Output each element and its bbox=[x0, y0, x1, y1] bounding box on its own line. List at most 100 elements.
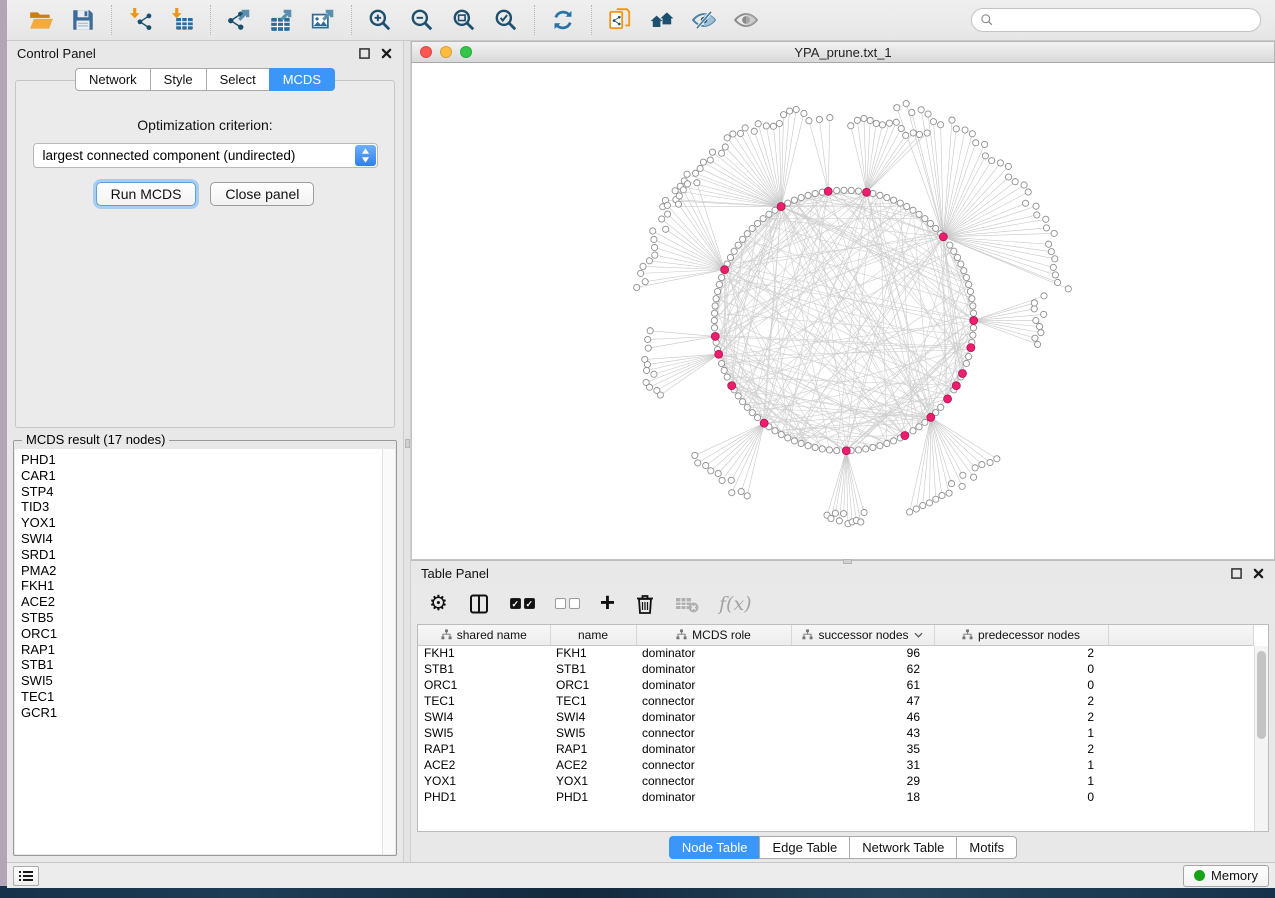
network-node[interactable] bbox=[744, 231, 750, 237]
network-node[interactable] bbox=[755, 121, 761, 127]
mcds-result-item[interactable]: PHD1 bbox=[21, 452, 395, 468]
network-node[interactable] bbox=[1025, 189, 1031, 195]
network-node[interactable] bbox=[938, 404, 944, 410]
network-node[interactable] bbox=[644, 361, 650, 367]
import-table-icon[interactable] bbox=[168, 6, 196, 34]
network-node[interactable] bbox=[1005, 163, 1011, 169]
network-node[interactable] bbox=[727, 254, 733, 260]
network-canvas[interactable] bbox=[411, 63, 1275, 560]
zoom-in-icon[interactable] bbox=[366, 6, 394, 34]
mcds-result-item[interactable]: RAP1 bbox=[21, 642, 395, 658]
network-node[interactable] bbox=[643, 367, 649, 373]
network-node[interactable] bbox=[1034, 212, 1040, 218]
network-node[interactable] bbox=[647, 328, 653, 334]
mcds-node[interactable] bbox=[970, 317, 978, 325]
network-node[interactable] bbox=[947, 242, 953, 248]
network-node[interactable] bbox=[924, 130, 930, 136]
network-node[interactable] bbox=[672, 188, 678, 194]
network-node[interactable] bbox=[659, 216, 665, 222]
network-node[interactable] bbox=[731, 248, 737, 254]
table-row[interactable]: TEC1TEC1connector472 bbox=[418, 693, 1254, 709]
float-table-panel-icon[interactable] bbox=[1230, 567, 1243, 580]
table-row[interactable]: ACE2ACE2connector311 bbox=[418, 757, 1254, 773]
network-node[interactable] bbox=[970, 303, 976, 309]
refresh-icon[interactable] bbox=[549, 6, 577, 34]
network-node[interactable] bbox=[841, 511, 847, 517]
network-node[interactable] bbox=[858, 519, 864, 525]
network-node[interactable] bbox=[1033, 203, 1039, 209]
network-node[interactable] bbox=[742, 125, 748, 131]
document-share-icon[interactable] bbox=[606, 6, 634, 34]
network-node[interactable] bbox=[730, 131, 736, 137]
network-node[interactable] bbox=[711, 310, 717, 316]
network-node[interactable] bbox=[938, 122, 944, 128]
network-node[interactable] bbox=[855, 188, 861, 194]
splitter-grip[interactable] bbox=[405, 439, 410, 448]
network-node[interactable] bbox=[787, 108, 793, 114]
network-node[interactable] bbox=[776, 120, 782, 126]
task-history-button[interactable] bbox=[13, 866, 39, 886]
network-node[interactable] bbox=[1052, 256, 1058, 262]
network-node[interactable] bbox=[680, 187, 686, 193]
network-node[interactable] bbox=[785, 200, 791, 206]
network-node[interactable] bbox=[728, 477, 734, 483]
network-node[interactable] bbox=[1046, 241, 1052, 247]
network-node[interactable] bbox=[949, 117, 955, 123]
network-node[interactable] bbox=[772, 428, 778, 434]
network-node[interactable] bbox=[724, 374, 730, 380]
run-mcds-button[interactable]: Run MCDS bbox=[96, 182, 197, 206]
network-node[interactable] bbox=[1036, 323, 1042, 329]
mcds-result-item[interactable]: PMA2 bbox=[21, 563, 395, 579]
mcds-node[interactable] bbox=[967, 344, 975, 352]
network-node[interactable] bbox=[867, 117, 873, 123]
network-node[interactable] bbox=[855, 447, 861, 453]
network-node[interactable] bbox=[645, 336, 651, 342]
houses-icon[interactable] bbox=[648, 6, 676, 34]
table-row[interactable]: YOX1YOX1connector291 bbox=[418, 773, 1254, 789]
network-node[interactable] bbox=[1031, 306, 1037, 312]
zoom-selected-icon[interactable] bbox=[492, 6, 520, 34]
network-node[interactable] bbox=[709, 149, 715, 155]
network-node[interactable] bbox=[886, 120, 892, 126]
mcds-result-item[interactable]: ORC1 bbox=[21, 626, 395, 642]
import-network-icon[interactable] bbox=[126, 6, 154, 34]
network-node[interactable] bbox=[651, 371, 657, 377]
column-header-name[interactable]: name bbox=[550, 625, 636, 645]
network-node[interactable] bbox=[711, 325, 717, 331]
network-node[interactable] bbox=[793, 106, 799, 112]
network-node[interactable] bbox=[879, 122, 885, 128]
network-node[interactable] bbox=[1052, 272, 1058, 278]
network-node[interactable] bbox=[848, 123, 854, 129]
network-node[interactable] bbox=[873, 120, 879, 126]
network-node[interactable] bbox=[676, 193, 682, 199]
network-node[interactable] bbox=[904, 203, 910, 209]
network-node[interactable] bbox=[989, 158, 995, 164]
delete-column-icon[interactable] bbox=[635, 591, 655, 617]
network-node[interactable] bbox=[695, 460, 701, 466]
network-node[interactable] bbox=[1032, 335, 1038, 341]
tab-node-table[interactable]: Node Table bbox=[669, 836, 760, 859]
network-node[interactable] bbox=[910, 207, 916, 213]
network-node[interactable] bbox=[982, 153, 988, 159]
network-node[interactable] bbox=[740, 399, 746, 405]
network-node[interactable] bbox=[1054, 279, 1060, 285]
export-table-icon[interactable] bbox=[267, 6, 295, 34]
network-node[interactable] bbox=[861, 115, 867, 121]
mcds-node[interactable] bbox=[824, 187, 832, 195]
mcds-result-item[interactable]: TEC1 bbox=[21, 689, 395, 705]
network-node[interactable] bbox=[749, 225, 755, 231]
network-node[interactable] bbox=[960, 472, 966, 478]
network-node[interactable] bbox=[1005, 174, 1011, 180]
network-node[interactable] bbox=[700, 159, 706, 165]
network-node[interactable] bbox=[920, 502, 926, 508]
search-input[interactable] bbox=[1000, 13, 1252, 27]
close-panel-icon[interactable] bbox=[380, 47, 393, 60]
network-node[interactable] bbox=[972, 465, 978, 471]
export-network-icon[interactable] bbox=[225, 6, 253, 34]
close-panel-button[interactable]: Close panel bbox=[210, 182, 314, 206]
network-node[interactable] bbox=[1041, 311, 1047, 317]
network-node[interactable] bbox=[926, 500, 932, 506]
select-all-checkboxes-icon[interactable]: ✓✓ bbox=[510, 591, 535, 617]
network-node[interactable] bbox=[948, 481, 954, 487]
save-floppy-icon[interactable] bbox=[69, 6, 97, 34]
